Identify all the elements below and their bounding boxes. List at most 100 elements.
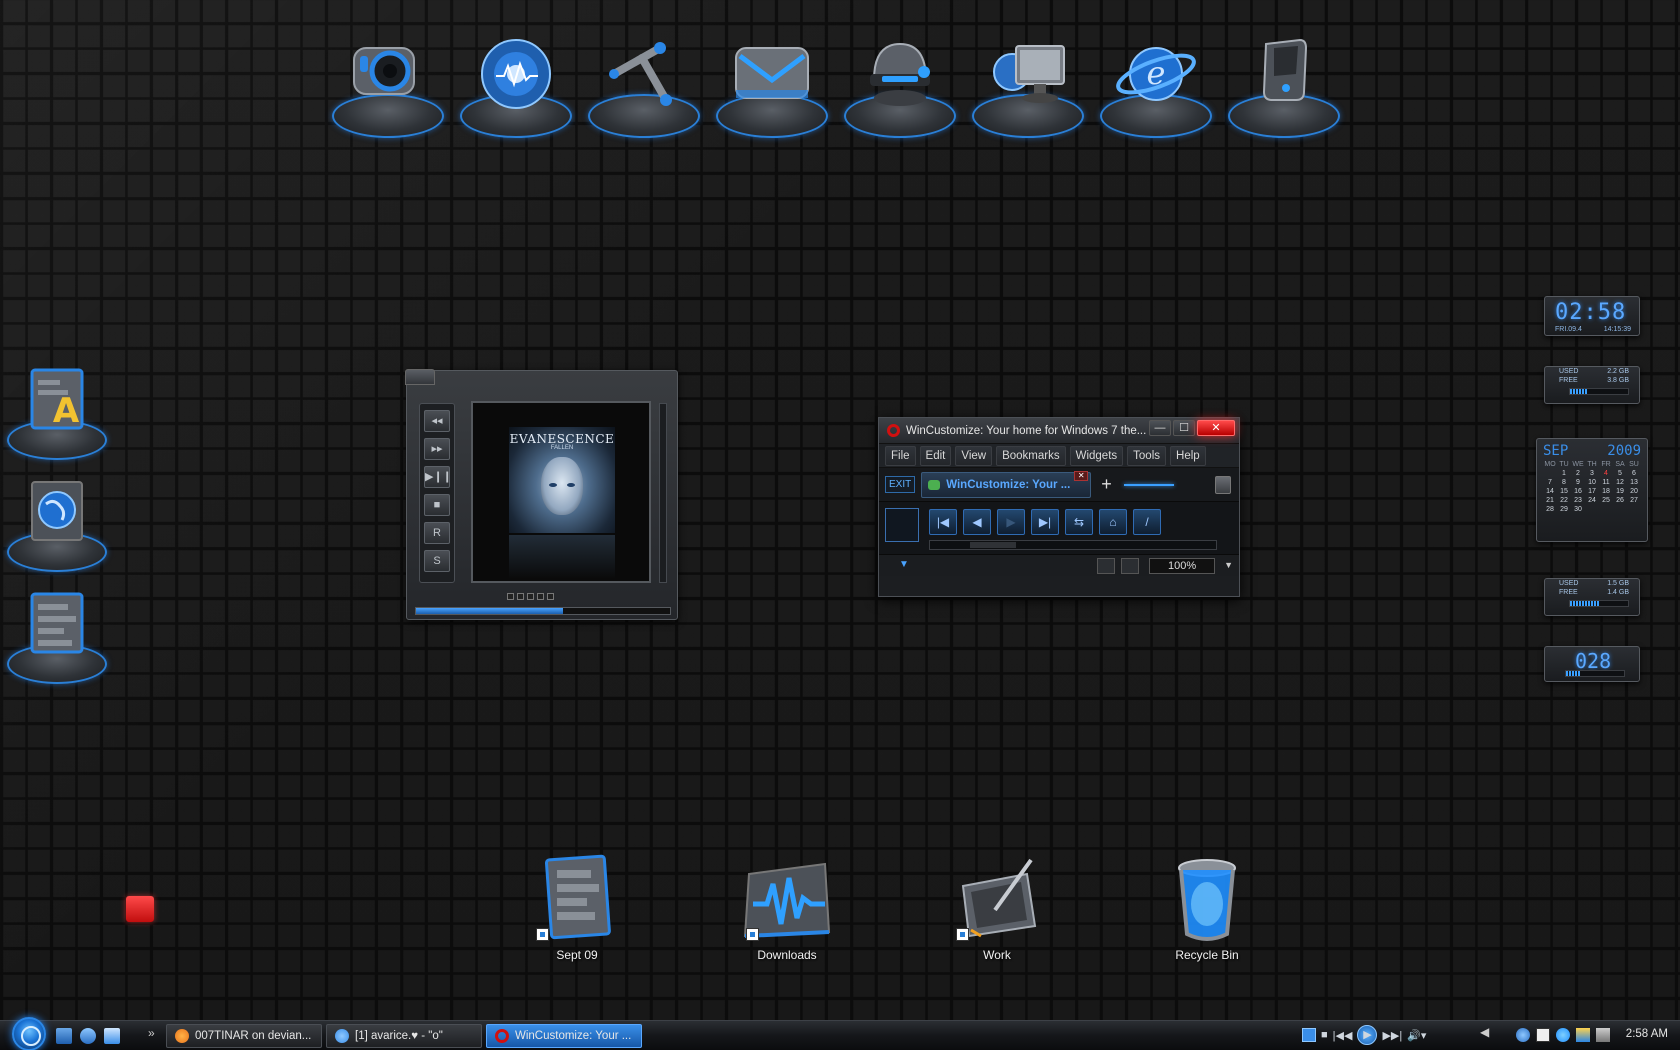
menu-file[interactable]: File xyxy=(885,445,916,466)
edit-button[interactable]: / xyxy=(1133,509,1161,535)
red-square-icon[interactable] xyxy=(126,896,154,922)
page-dot[interactable] xyxy=(507,593,514,600)
task-button-deviantart[interactable]: 007TINAR on devian... xyxy=(166,1024,322,1048)
quick-launch-more-icon[interactable]: » xyxy=(148,1026,155,1040)
calendar-day[interactable]: 1 xyxy=(1557,470,1571,477)
calendar-day[interactable]: 20 xyxy=(1627,488,1641,495)
close-button[interactable]: ✕ xyxy=(1197,420,1235,436)
player-menu-tab[interactable] xyxy=(405,369,435,385)
calendar-day[interactable]: 21 xyxy=(1543,497,1557,504)
tray-collapse-icon[interactable]: ◀ xyxy=(1480,1025,1489,1039)
calendar-day[interactable]: 17 xyxy=(1585,488,1599,495)
volume-tray-icon[interactable] xyxy=(1596,1028,1610,1042)
calendar-day[interactable]: 25 xyxy=(1599,497,1613,504)
desktop-icon-downloads[interactable]: Downloads xyxy=(732,854,842,962)
page-dot[interactable] xyxy=(537,593,544,600)
calendar-gadget[interactable]: SEP 2009 MO TU WE TH FR SA SU 1 2 3 4 5 6 7 8 9 10 11 12 13… xyxy=(1536,438,1648,542)
play-pause-button[interactable]: ▶❙❙ xyxy=(424,466,452,488)
calendar-day[interactable]: 18 xyxy=(1599,488,1613,495)
dock-item-browser[interactable]: e xyxy=(1098,28,1214,140)
calendar-day[interactable]: 28 xyxy=(1543,506,1557,513)
scroll-thumb[interactable] xyxy=(970,542,1016,548)
calendar-day[interactable]: 3 xyxy=(1585,470,1599,477)
left-dock-item-font[interactable]: A xyxy=(6,364,108,462)
calendar-day[interactable]: 5 xyxy=(1613,470,1627,477)
drive-meter-gadget-1[interactable]: USED 2.2 GB FREE 3.8 GB xyxy=(1544,366,1640,404)
media-app-icon[interactable] xyxy=(1302,1028,1316,1042)
minimize-button[interactable]: — xyxy=(1149,420,1171,436)
menu-widgets[interactable]: Widgets xyxy=(1069,445,1124,466)
player-scrollbar[interactable] xyxy=(659,403,667,583)
stop-button[interactable]: ■ xyxy=(424,494,450,516)
volume-button[interactable]: 🔊▾ xyxy=(1407,1029,1426,1042)
calendar-day[interactable]: 4 xyxy=(1599,470,1613,477)
calendar-day[interactable]: 11 xyxy=(1599,479,1613,486)
tab-close-icon[interactable]: ✕ xyxy=(1074,470,1089,481)
calendar-day[interactable]: 6 xyxy=(1627,470,1641,477)
exit-button[interactable]: EXIT xyxy=(885,476,916,493)
fast-forward-nav-button[interactable]: ▶| xyxy=(1031,509,1059,535)
tab-wincustomize[interactable]: WinCustomize: Your ... ✕ xyxy=(921,470,1092,498)
menu-tools[interactable]: Tools xyxy=(1127,445,1167,466)
dock-item-computer[interactable] xyxy=(970,28,1086,140)
fast-forward-button[interactable]: ▸▸ xyxy=(424,438,450,460)
left-dock-item-document[interactable] xyxy=(6,588,108,686)
drive-meter-gadget-2[interactable]: USED 1.5 GB FREE 1.4 GB xyxy=(1544,578,1640,616)
network-icon[interactable] xyxy=(80,1028,96,1044)
task-button-wincustomize[interactable]: WinCustomize: Your ... xyxy=(486,1024,642,1048)
left-dock-item-globe[interactable] xyxy=(6,476,108,574)
settings-tray-icon[interactable] xyxy=(1556,1028,1570,1042)
repeat-button[interactable]: R xyxy=(424,522,450,544)
panel-toggle-icon[interactable]: ▼ xyxy=(899,559,909,570)
calendar-day[interactable]: 26 xyxy=(1613,497,1627,504)
counter-gadget[interactable]: 028 xyxy=(1544,646,1640,682)
calendar-day[interactable]: 7 xyxy=(1543,479,1557,486)
desktop-icon-sept-09[interactable]: Sept 09 xyxy=(522,854,632,962)
reload-button[interactable]: ⇆ xyxy=(1065,509,1093,535)
page-dot[interactable] xyxy=(517,593,524,600)
address-scrollbar[interactable] xyxy=(929,540,1217,550)
calendar-day[interactable]: 9 xyxy=(1571,479,1585,486)
calendar-day[interactable]: 16 xyxy=(1571,488,1585,495)
calendar-day[interactable]: 24 xyxy=(1585,497,1599,504)
dock-item-tools[interactable] xyxy=(586,28,702,140)
zoom-field[interactable]: 100% xyxy=(1149,558,1215,574)
menu-edit[interactable]: Edit xyxy=(919,445,952,466)
calendar-day[interactable]: 22 xyxy=(1557,497,1571,504)
clock-gadget[interactable]: 02:58 FRI.09.4 14:15:39 xyxy=(1544,296,1640,336)
rewind-button[interactable]: ◂◂ xyxy=(424,410,450,432)
forward-button[interactable]: ▶ xyxy=(997,509,1025,535)
home-button[interactable]: ⌂ xyxy=(1099,509,1127,535)
dock-item-tower[interactable] xyxy=(1226,28,1342,140)
calendar-day[interactable]: 19 xyxy=(1613,488,1627,495)
previous-track-button[interactable]: |◀◀ xyxy=(1333,1029,1353,1042)
calendar-day[interactable]: 13 xyxy=(1627,479,1641,486)
calendar-day[interactable]: 23 xyxy=(1571,497,1585,504)
browser-titlebar[interactable]: WinCustomize: Your home for Windows 7 th… xyxy=(879,418,1239,444)
calendar-day[interactable]: 12 xyxy=(1613,479,1627,486)
page-panel-button[interactable] xyxy=(885,508,919,542)
desktop-icon-work[interactable]: Work xyxy=(942,854,1052,962)
calendar-day[interactable]: 8 xyxy=(1557,479,1571,486)
calendar-day[interactable]: 29 xyxy=(1557,506,1571,513)
calendar-day[interactable]: 14 xyxy=(1543,488,1557,495)
trash-icon[interactable] xyxy=(1215,476,1231,494)
explorer-icon[interactable] xyxy=(104,1028,120,1044)
image-view-icon[interactable] xyxy=(1121,558,1139,574)
new-tab-button[interactable]: + xyxy=(1101,474,1112,495)
dock-item-media[interactable] xyxy=(458,28,574,140)
dock-item-helmet[interactable] xyxy=(842,28,958,140)
page-dot[interactable] xyxy=(527,593,534,600)
dock-item-mail[interactable] xyxy=(714,28,830,140)
next-track-button[interactable]: ▶▶| xyxy=(1382,1029,1402,1042)
calendar-day[interactable]: 30 xyxy=(1571,506,1585,513)
player-progress-bar[interactable] xyxy=(415,607,671,615)
desktop-icon-recycle-bin[interactable]: Recycle Bin xyxy=(1152,854,1262,962)
network-tray-icon[interactable] xyxy=(1516,1028,1530,1042)
page-view-icon[interactable] xyxy=(1097,558,1115,574)
shuffle-button[interactable]: S xyxy=(424,550,450,572)
play-media-button[interactable]: ▶ xyxy=(1357,1025,1378,1045)
zoom-dropdown-icon[interactable]: ▼ xyxy=(1224,560,1233,570)
dock-item-webcam[interactable] xyxy=(330,28,446,140)
taskbar-clock[interactable]: 2:58 AM xyxy=(1626,1028,1668,1040)
